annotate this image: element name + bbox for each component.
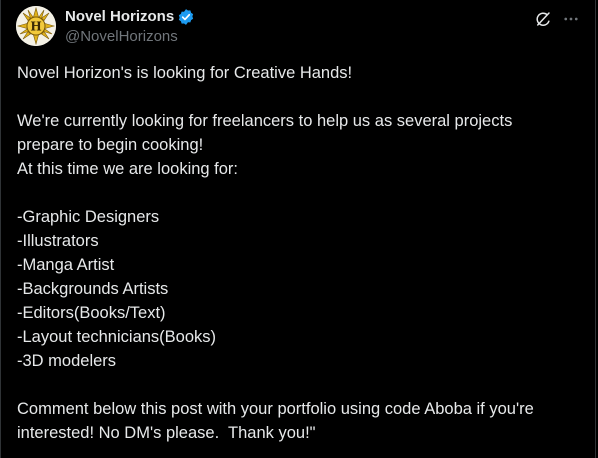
post-line: At this time we are looking for:: [17, 160, 239, 178]
post-actions: [526, 8, 582, 30]
role-item: -Graphic Designers: [17, 208, 160, 226]
post-line: We're currently looking for freelancers …: [17, 112, 513, 130]
svg-text:H: H: [30, 20, 41, 34]
post-line: interested! No DM's please. Thank you!": [17, 424, 316, 442]
role-item: -Editors(Books/Text): [17, 304, 166, 322]
avatar[interactable]: H: [16, 6, 56, 46]
role-item: -Illustrators: [17, 232, 99, 250]
display-name[interactable]: Novel Horizons: [65, 8, 174, 25]
role-item: -Manga Artist: [17, 256, 115, 274]
post-text: Novel Horizon's is looking for Creative …: [17, 61, 583, 445]
post-line: prepare to begin cooking!: [17, 136, 204, 154]
handle[interactable]: @NovelHorizons: [65, 28, 195, 45]
role-item: -Layout technicians(Books): [17, 328, 217, 346]
sun-logo-icon: H: [16, 6, 56, 46]
name-row: Novel Horizons: [65, 6, 195, 27]
role-item: -Backgrounds Artists: [17, 280, 169, 298]
more-icon[interactable]: [560, 8, 582, 30]
post-heading: Novel Horizon's is looking for Creative …: [17, 64, 353, 82]
verified-badge-icon[interactable]: [177, 8, 195, 26]
post-header: H Novel Horizons @NovelHorizons: [16, 6, 582, 48]
grok-icon[interactable]: [532, 8, 554, 30]
author-block: Novel Horizons @NovelHorizons: [65, 6, 195, 45]
role-item: -3D modelers: [17, 352, 117, 370]
post-line: Comment below this post with your portfo…: [17, 400, 534, 418]
